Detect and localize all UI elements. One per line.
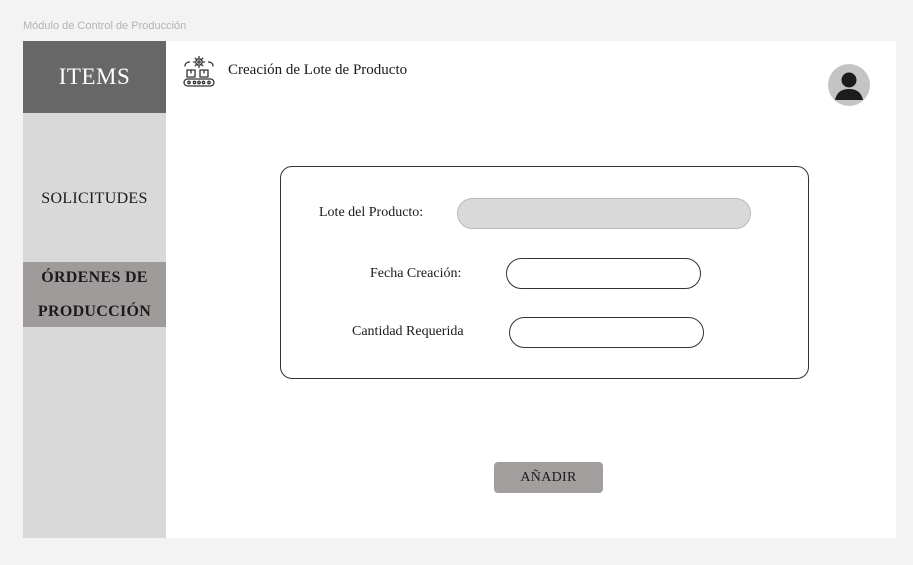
fecha-creacion-input[interactable]: [506, 258, 701, 289]
sidebar-item-solicitudes[interactable]: SOLICITUDES: [23, 181, 166, 217]
lote-label: Lote del Producto:: [319, 205, 424, 220]
app-frame: ITEMS SOLICITUDES ÓRDENES DE PRODUCCIÓN …: [23, 41, 896, 538]
user-icon: [835, 72, 863, 100]
cantidad-requerida-input[interactable]: [509, 317, 704, 348]
add-button[interactable]: AÑADIR: [494, 462, 603, 493]
sidebar-header[interactable]: ITEMS: [23, 41, 166, 113]
user-avatar[interactable]: [828, 64, 870, 106]
frame-label: Módulo de Control de Producción: [23, 20, 187, 32]
fecha-creacion-label: Fecha Creación:: [370, 266, 462, 281]
lote-input[interactable]: [457, 198, 751, 229]
lote-form-card: Lote del Producto: Fecha Creación: Canti…: [280, 166, 809, 379]
page-title: Creación de Lote de Producto: [228, 62, 408, 78]
production-line-icon: [183, 55, 215, 87]
sidebar: ITEMS SOLICITUDES ÓRDENES DE PRODUCCIÓN: [23, 41, 166, 538]
cantidad-requerida-label: Cantidad Requerida: [352, 324, 464, 339]
sidebar-item-ordenes-de-produccion[interactable]: ÓRDENES DE PRODUCCIÓN: [23, 262, 166, 327]
